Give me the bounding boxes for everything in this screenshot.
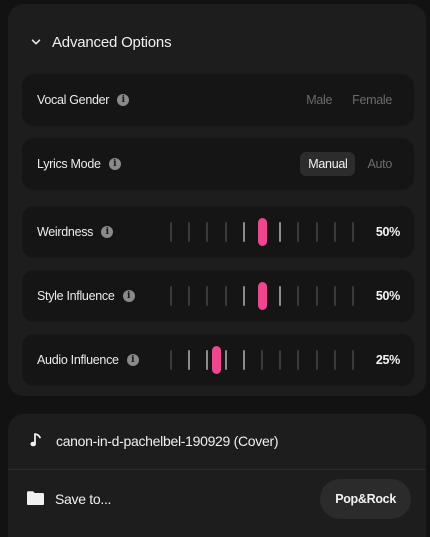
folder-icon [26, 490, 45, 509]
slider-tick [279, 222, 282, 242]
weirdness-label: Weirdness [37, 225, 94, 239]
lyrics-mode-manual-option[interactable]: Manual [300, 152, 356, 176]
slider-tick [333, 286, 336, 306]
slider-tick [224, 286, 227, 306]
track-panel: canon-in-d-pachelbel-190929 (Cover) Save… [8, 414, 426, 537]
style-influence-label: Style Influence [37, 289, 115, 303]
chevron-down-icon [30, 36, 42, 48]
lyrics-mode-selector: Manual Auto [300, 138, 400, 190]
info-icon[interactable]: i [101, 226, 114, 238]
save-to-label: Save to... [55, 491, 112, 507]
audio-influence-slider[interactable] [170, 334, 360, 386]
slider-tick [206, 350, 209, 370]
slider-tick [352, 286, 354, 306]
slider-tick [297, 286, 300, 306]
slider-tick [261, 350, 263, 370]
slider-tick [242, 222, 245, 242]
lyrics-mode-auto-option[interactable]: Auto [359, 152, 400, 176]
slider-tick [206, 286, 209, 306]
vocal-gender-row: Vocal Gender i Male Female [22, 74, 414, 126]
save-to-button[interactable]: Save to... [26, 484, 111, 514]
divider [8, 469, 426, 470]
info-icon[interactable]: i [126, 354, 139, 366]
slider-tick [224, 222, 227, 242]
slider-tick [188, 286, 191, 306]
audio-influence-value: 25% [375, 353, 400, 367]
slider-tick [170, 286, 172, 306]
vocal-gender-selector: Male Female [298, 74, 400, 126]
slider-tick [315, 222, 318, 242]
slider-tick [352, 222, 354, 242]
slider-tick [224, 350, 227, 370]
info-icon[interactable]: i [122, 290, 135, 302]
slider-tick [170, 350, 172, 370]
style-influence-row: Style Influence i 50% [22, 270, 414, 322]
slider-tick [242, 350, 245, 370]
vocal-gender-label: Vocal Gender [37, 93, 110, 107]
music-note-icon [30, 432, 42, 451]
style-influence-slider[interactable] [170, 270, 360, 322]
slider-tick [188, 350, 191, 370]
track-title: canon-in-d-pachelbel-190929 (Cover) [56, 433, 279, 449]
slider-tick [297, 222, 300, 242]
slider-tick [333, 350, 336, 370]
slider-tick [297, 350, 300, 370]
vocal-gender-male-option[interactable]: Male [298, 88, 340, 112]
slider-tick [315, 350, 318, 370]
slider-tick [170, 222, 172, 242]
weirdness-row: Weirdness i 50% [22, 206, 414, 258]
slider-tick [315, 286, 318, 306]
info-icon[interactable]: i [117, 94, 130, 106]
advanced-options-title: Advanced Options [52, 33, 172, 51]
slider-thumb[interactable] [257, 218, 267, 246]
track-item[interactable]: canon-in-d-pachelbel-190929 (Cover) [30, 428, 279, 454]
advanced-options-toggle[interactable]: Advanced Options [30, 30, 172, 54]
slider-tick [279, 286, 282, 306]
audio-influence-label: Audio Influence [37, 353, 119, 367]
audio-influence-row: Audio Influence i 25% [22, 334, 414, 386]
slider-tick [279, 350, 282, 370]
slider-tick [206, 222, 209, 242]
info-icon[interactable]: i [108, 158, 121, 170]
slider-tick [352, 350, 354, 370]
slider-tick [333, 222, 336, 242]
weirdness-value: 50% [375, 225, 400, 239]
genre-button[interactable]: Pop&Rock [320, 479, 411, 519]
weirdness-slider[interactable] [170, 206, 360, 258]
lyrics-mode-label: Lyrics Mode [37, 157, 101, 171]
vocal-gender-female-option[interactable]: Female [344, 88, 400, 112]
slider-thumb[interactable] [212, 346, 221, 374]
slider-thumb[interactable] [257, 282, 267, 310]
lyrics-mode-row: Lyrics Mode i Manual Auto [22, 138, 414, 190]
slider-tick [242, 286, 245, 306]
slider-tick [188, 222, 191, 242]
style-influence-value: 50% [375, 289, 400, 303]
